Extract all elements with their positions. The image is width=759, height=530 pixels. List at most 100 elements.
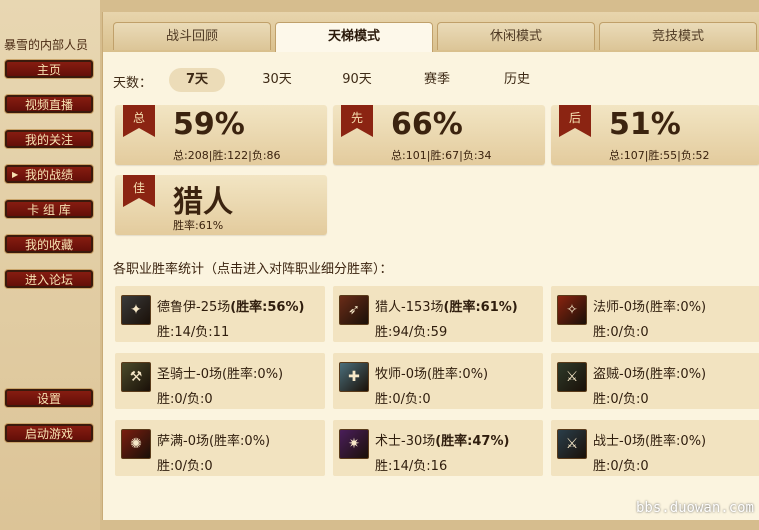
history-button[interactable]: 历史 (489, 68, 545, 92)
class-games: 萨满-0场 (157, 434, 209, 449)
class-name-games: 法师-0场(胜率:0%) (593, 296, 706, 315)
class-games: 圣骑士-0场 (157, 367, 222, 382)
class-win-rate: (胜率:0%) (426, 367, 489, 382)
ribbon-badge: 佳 (123, 175, 155, 207)
days-30-button[interactable]: 30天 (249, 68, 305, 92)
class-games: 法师-0场 (593, 300, 645, 315)
class-record: 胜:14/负:16 (375, 459, 448, 474)
days-90-button[interactable]: 90天 (329, 68, 385, 92)
nav-live-video-button[interactable]: 视频直播 (4, 94, 94, 114)
season-button[interactable]: 赛季 (409, 68, 465, 92)
nav-label: 进入论坛 (24, 273, 73, 287)
main-panel: 战斗回顾 天梯模式 休闲模式 竞技模式 天数： 7天 30天 90天 赛季 历史… (102, 12, 759, 520)
rogue-icon: ⚔ (557, 362, 587, 392)
user-name: 暴雪的内部人员 (4, 38, 89, 52)
class-games: 德鲁伊-25场 (157, 300, 231, 315)
class-name-games: 圣骑士-0场(胜率:0%) (157, 363, 283, 382)
stat-value: 51% (609, 107, 681, 142)
class-record: 胜:94/负:59 (375, 325, 448, 340)
class-win-rate: (胜率:0%) (208, 434, 271, 449)
priest-icon: ✚ (339, 362, 369, 392)
ribbon-badge: 先 (341, 105, 373, 137)
days-label: 天数： (113, 76, 153, 91)
class-win-rate: (胜率:0%) (644, 434, 707, 449)
warrior-icon: ⚔ (557, 429, 587, 459)
class-stat-cell[interactable]: ✧ 法师-0场(胜率:0%) 胜:0/负:0 (551, 286, 759, 342)
nav-label: 启动游戏 (24, 427, 73, 441)
class-name-games: 牧师-0场(胜率:0%) (375, 363, 488, 382)
nav-label: 视频直播 (24, 98, 73, 112)
stat-card-second: 后 51% 总:107|胜:55|负:52 (551, 105, 759, 165)
class-record: 胜:0/负:0 (593, 392, 649, 407)
class-name-games: 萨满-0场(胜率:0%) (157, 430, 270, 449)
class-games: 盗贼-0场 (593, 367, 645, 382)
nav-forum-button[interactable]: 进入论坛 (4, 269, 94, 289)
stat-value: 66% (391, 107, 463, 142)
tab-ladder-mode[interactable]: 天梯模式 (275, 22, 433, 52)
class-games: 战士-0场 (593, 434, 645, 449)
stat-detail: 总:107|胜:55|负:52 (609, 149, 710, 162)
nav-following-button[interactable]: 我的关注 (4, 129, 94, 149)
class-stat-cell[interactable]: ➶ 猎人-153场(胜率:61%) 胜:94/负:59 (333, 286, 543, 342)
stat-value: 59% (173, 107, 245, 142)
class-stat-cell[interactable]: ✦ 德鲁伊-25场(胜率:56%) 胜:14/负:11 (115, 286, 325, 342)
tab-casual-mode[interactable]: 休闲模式 (437, 22, 595, 50)
stat-card-best: 佳 猎人 胜率:61% (115, 175, 327, 235)
paladin-icon: ⚒ (121, 362, 151, 392)
class-record: 胜:0/负:0 (375, 392, 431, 407)
stat-detail: 总:101|胜:67|负:34 (391, 149, 492, 162)
settings-button[interactable]: 设置 (4, 388, 94, 408)
class-stat-cell[interactable]: ⚔ 盗贼-0场(胜率:0%) 胜:0/负:0 (551, 353, 759, 409)
class-stat-cell[interactable]: ✺ 萨满-0场(胜率:0%) 胜:0/负:0 (115, 420, 325, 476)
mode-tabs: 战斗回顾 天梯模式 休闲模式 竞技模式 (103, 12, 759, 52)
section-title: 各职业胜率统计（点击进入对阵职业细分胜率）： (113, 262, 393, 277)
nav-label: 我的关注 (24, 133, 73, 147)
watermark: bbs.duowan.com (635, 500, 754, 516)
class-name-games: 猎人-153场(胜率:61%) (375, 296, 518, 315)
class-win-rate: (胜率:56%) (230, 300, 305, 315)
nav-label: 主页 (36, 63, 61, 77)
stat-card-first: 先 66% 总:101|胜:67|负:34 (333, 105, 545, 165)
stat-value: 猎人 (173, 185, 233, 220)
days-7-button[interactable]: 7天 (169, 68, 225, 92)
selected-arrow-icon: ▶ (12, 170, 19, 179)
class-games: 牧师-0场 (375, 367, 427, 382)
nav-label: 我的收藏 (24, 238, 73, 252)
nav-label: 设置 (36, 392, 61, 406)
class-stat-cell[interactable]: ⚒ 圣骑士-0场(胜率:0%) 胜:0/负:0 (115, 353, 325, 409)
ribbon-badge: 总 (123, 105, 155, 137)
class-name-games: 德鲁伊-25场(胜率:56%) (157, 296, 304, 315)
stat-card-total: 总 59% 总:208|胜:122|负:86 (115, 105, 327, 165)
shaman-icon: ✺ (121, 429, 151, 459)
class-win-rate: (胜率:0%) (644, 367, 707, 382)
class-win-rate: (胜率:0%) (644, 300, 707, 315)
class-record: 胜:0/负:0 (157, 392, 213, 407)
druid-icon: ✦ (121, 295, 151, 325)
nav-label: 卡 组 库 (27, 203, 71, 217)
tab-arena-mode[interactable]: 竞技模式 (599, 22, 757, 50)
warlock-icon: ✷ (339, 429, 369, 459)
tab-battle-review[interactable]: 战斗回顾 (113, 22, 271, 50)
class-name-games: 盗贼-0场(胜率:0%) (593, 363, 706, 382)
sidebar: 暴雪的内部人员 主页 视频直播 我的关注 ▶ 我的战绩 卡 组 库 我的收藏 进入… (0, 0, 100, 530)
stat-detail: 胜率:61% (173, 219, 224, 232)
nav-label: 我的战绩 (24, 168, 73, 182)
class-stat-cell[interactable]: ✷ 术士-30场(胜率:47%) 胜:14/负:16 (333, 420, 543, 476)
class-stat-cell[interactable]: ⚔ 战士-0场(胜率:0%) 胜:0/负:0 (551, 420, 759, 476)
nav-favorites-button[interactable]: 我的收藏 (4, 234, 94, 254)
class-win-rate: (胜率:0%) (221, 367, 284, 382)
mage-icon: ✧ (557, 295, 587, 325)
hunter-icon: ➶ (339, 295, 369, 325)
class-record: 胜:0/负:0 (157, 459, 213, 474)
class-record: 胜:0/负:0 (593, 325, 649, 340)
nav-home-button[interactable]: 主页 (4, 59, 94, 79)
class-record: 胜:0/负:0 (593, 459, 649, 474)
class-win-rate: (胜率:61%) (443, 300, 518, 315)
class-name-games: 战士-0场(胜率:0%) (593, 430, 706, 449)
launch-game-button[interactable]: 启动游戏 (4, 423, 94, 443)
nav-deck-library-button[interactable]: 卡 组 库 (4, 199, 94, 219)
class-name-games: 术士-30场(胜率:47%) (375, 430, 509, 449)
class-stat-cell[interactable]: ✚ 牧师-0场(胜率:0%) 胜:0/负:0 (333, 353, 543, 409)
class-record: 胜:14/负:11 (157, 325, 230, 340)
nav-my-record-button[interactable]: ▶ 我的战绩 (4, 164, 94, 184)
